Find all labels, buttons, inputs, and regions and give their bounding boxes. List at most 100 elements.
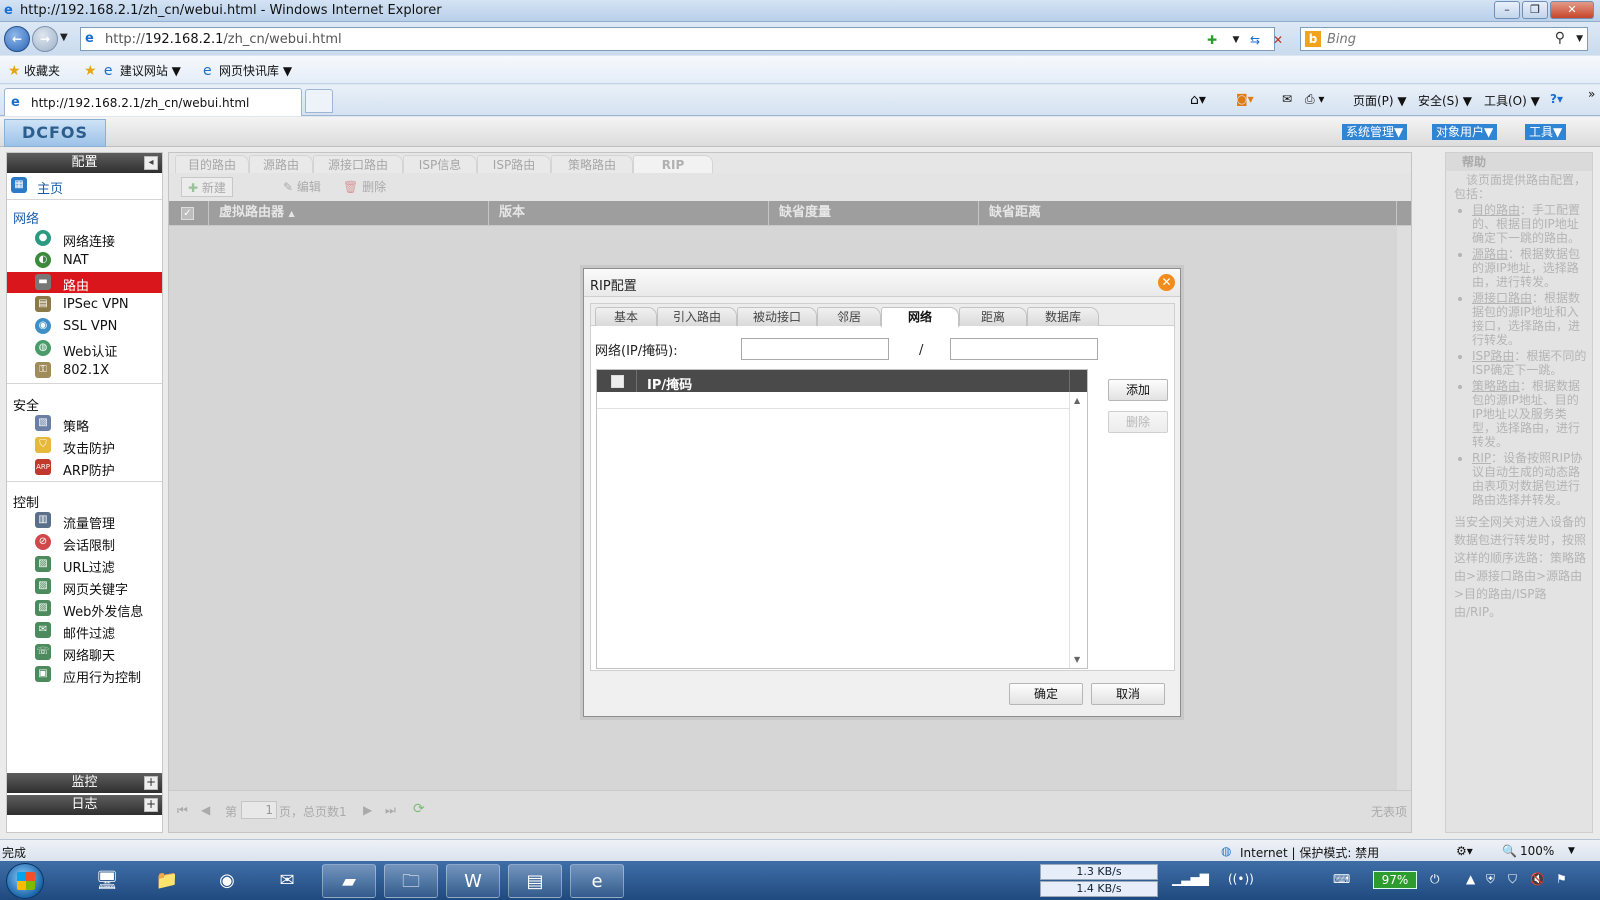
expand-icon[interactable]: + [144,798,158,812]
tab-passive-interface[interactable]: 被动接口 [737,307,817,326]
prev-page-icon[interactable]: ◀ [201,803,210,817]
compat-icon[interactable]: ✚ [1203,31,1221,49]
new-button[interactable]: ✚ 新建 [181,177,233,197]
close-window-button[interactable]: ✕ [1550,1,1594,19]
help-link[interactable]: 源路由 [1472,247,1508,261]
search-dropdown-icon[interactable]: ▼ [1576,34,1583,44]
sidebar-item-url-filter[interactable]: ▨ URL过滤 [7,554,162,576]
tab-rip[interactable]: RIP [633,155,713,173]
tools-menu-app[interactable]: 工具▼ [1525,124,1567,140]
sidebar-item-web-outbound[interactable]: ▨ Web外发信息 [7,598,162,620]
system-admin-menu[interactable]: 系统管理▼ [1342,124,1408,140]
page-input[interactable]: 1 [241,801,277,819]
ip-mask-column[interactable]: IP/掩码 [647,374,692,393]
help-link[interactable]: 目的路由 [1472,203,1520,217]
search-icon[interactable]: ⚲ [1555,30,1565,46]
tab-source-route[interactable]: 源路由 [249,155,313,173]
refresh-icon[interactable]: ⇆ [1246,31,1264,49]
sidebar-item-ipsec-vpn[interactable]: ▤ IPSec VPN [7,294,162,315]
help-icon[interactable]: ?▾ [1550,92,1563,106]
sidebar-item-8021x[interactable]: ⚿ 802.1X [7,360,162,381]
word-app-icon[interactable]: W [446,864,500,898]
battery-indicator[interactable]: 97% [1373,871,1417,889]
sidebar-item-network-connection[interactable]: ● 网络连接 [7,228,162,250]
ok-button[interactable]: 确定 [1009,683,1083,705]
add-button[interactable]: 添加 [1108,379,1168,401]
favorites-button[interactable]: ★ 收藏夹 [8,62,60,79]
help-link[interactable]: RIP [1472,451,1491,465]
new-tab-button[interactable] [305,89,333,113]
minimize-button[interactable]: – [1494,1,1520,19]
sidebar-item-arp-defense[interactable]: ARP ARP防护 [7,457,162,479]
search-box[interactable]: b Bing ⚲ ▼ [1300,27,1588,51]
refresh-icon[interactable]: ⟳ [413,801,425,817]
sidebar-item-web-keyword[interactable]: ▨ 网页关键字 [7,576,162,598]
sidebar-item-home[interactable]: ▦ 主页 [7,175,162,197]
help-link[interactable]: 策略路由 [1472,379,1520,393]
mask-input[interactable] [950,338,1098,360]
sidebar-monitor[interactable]: 监控 + [7,773,162,793]
feeds-icon[interactable]: ◙▾ [1236,92,1254,106]
tab-destination-route[interactable]: 目的路由 [175,155,249,173]
tab-distance[interactable]: 距离 [959,307,1027,326]
col-default-metric[interactable]: 缺省度量 [769,201,979,225]
maximize-button[interactable]: ❐ [1522,1,1548,19]
delete-button[interactable]: 🗑 删除 [343,177,386,197]
scroll-down-icon[interactable]: ▼ [1074,655,1080,664]
sidebar-item-app-control[interactable]: ▣ 应用行为控制 [7,664,162,686]
web-slice-button[interactable]: e 网页快讯库 ▼ [203,62,292,79]
tab-isp-info[interactable]: ISP信息 [403,155,477,173]
address-bar[interactable]: e http://192.168.2.1/zh_cn/webui.html ✚ … [80,27,1283,51]
volume-icon[interactable]: 🔇 [1530,872,1545,886]
select-all-checkbox[interactable] [611,375,624,388]
zoom-level[interactable]: 100% [1520,844,1554,858]
suggested-sites-button[interactable]: ★ e 建议网站 ▼ [84,62,181,79]
col-version[interactable]: 版本 [489,201,769,225]
outlook-app-icon[interactable]: ✉ [260,864,314,898]
signal-strength-icon[interactable]: ▁▃▅▇ [1172,872,1209,886]
section-security[interactable]: 安全 [13,395,39,414]
keyboard-icon[interactable]: ⌨ [1333,872,1350,886]
edit-button[interactable]: ✎ 编辑 [283,177,321,197]
sidebar-item-traffic-management[interactable]: ▥ 流量管理 [7,510,162,532]
shield-tray-icon[interactable]: ⛨ [1486,872,1495,887]
start-button[interactable] [6,863,44,899]
stop-icon[interactable]: ✕ [1269,31,1287,49]
print-icon[interactable]: ⎙ ▾ [1305,92,1324,107]
tab-neighbor[interactable]: 邻居 [817,307,881,326]
protected-mode-icon[interactable]: ⚙▾ [1456,844,1473,858]
address-dropdown-icon[interactable]: ▼ [1227,31,1245,49]
sidebar-item-attack-defense[interactable]: ⛉ 攻击防护 [7,435,162,457]
object-user-menu[interactable]: 对象用户▼ [1432,124,1498,140]
explorer-app-icon[interactable]: 🗀 [384,864,438,898]
home-icon[interactable]: ⌂▾ [1190,92,1206,108]
power-icon[interactable]: ⏻ [1430,872,1440,887]
notes-app-icon[interactable]: ▰ [322,864,376,898]
table-scrollbar[interactable]: ▲ ▼ [1069,392,1085,668]
page-menu[interactable]: 页面(P) ▼ [1353,92,1407,109]
sidebar-item-mail-filter[interactable]: ✉ 邮件过滤 [7,620,162,642]
section-network[interactable]: 网络 [13,208,39,227]
tab-network[interactable]: 网络 [881,307,959,327]
help-link[interactable]: ISP路由 [1472,349,1514,363]
computer-app-icon[interactable]: 🖥 [80,864,134,898]
wireless-icon[interactable]: ((•)) [1228,872,1254,886]
ie-app-icon[interactable]: e [570,864,624,898]
browser-tab[interactable]: e http://192.168.2.1/zh_cn/webui.html [4,88,302,116]
sidebar-item-im-chat[interactable]: ☏ 网络聊天 [7,642,162,664]
tab-source-interface-route[interactable]: 源接口路由 [313,155,403,173]
sidebar-item-session-limit[interactable]: ⊘ 会话限制 [7,532,162,554]
help-link[interactable]: 源接口路由 [1472,291,1532,305]
security-tray-icon[interactable]: ⛉ [1508,872,1517,887]
show-hidden-icon[interactable]: ▲ [1466,872,1475,886]
tools-menu[interactable]: 工具(O) ▼ [1484,92,1540,109]
sidebar-item-ssl-vpn[interactable]: ◉ SSL VPN [7,316,162,337]
col-virtual-router[interactable]: 虚拟路由器 ▲ [209,201,489,225]
chevron-right-icon[interactable]: » [1588,87,1595,101]
section-control[interactable]: 控制 [13,492,39,511]
delete-button[interactable]: 删除 [1108,411,1168,433]
cancel-button[interactable]: 取消 [1091,683,1165,705]
col-default-distance[interactable]: 缺省距离 [979,201,1397,225]
chrome-app-icon[interactable]: ◉ [200,864,254,898]
zoom-dropdown-icon[interactable]: ▼ [1568,846,1575,856]
